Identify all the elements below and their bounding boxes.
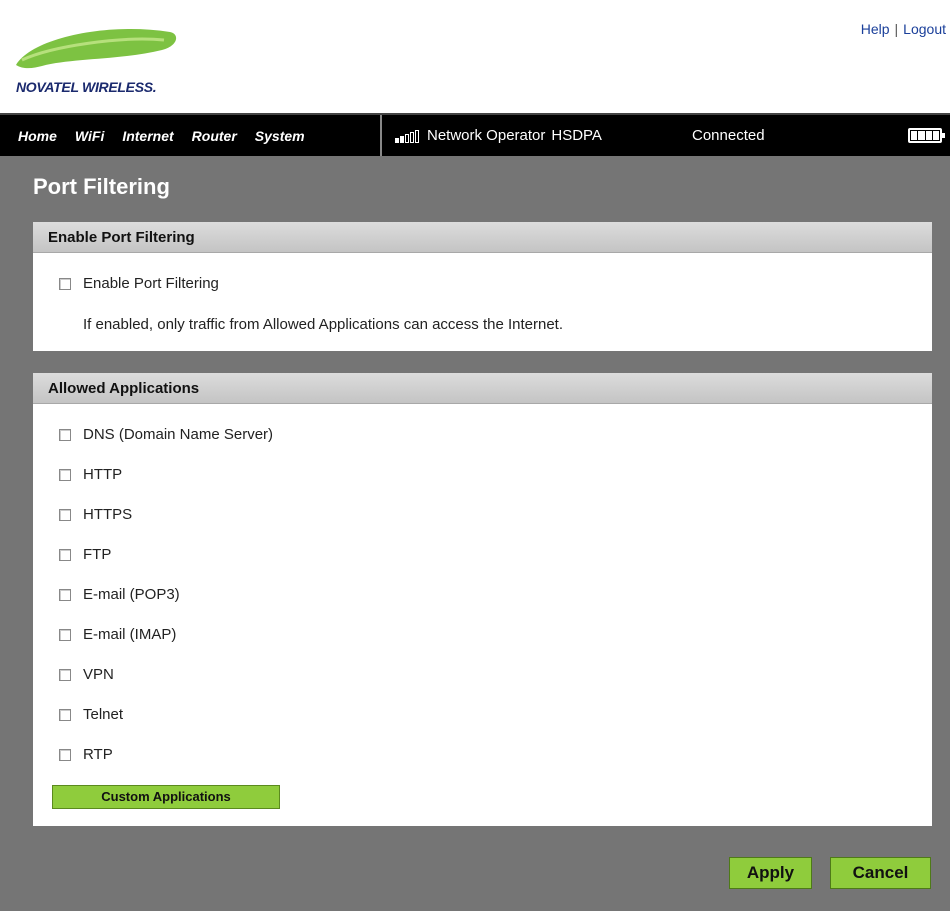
battery-icon: [908, 128, 945, 143]
apply-button[interactable]: Apply: [729, 857, 812, 889]
navbar: Home WiFi Internet Router System Network…: [0, 113, 950, 156]
app-row-vpn[interactable]: VPN: [59, 666, 114, 683]
cancel-button[interactable]: Cancel: [830, 857, 931, 889]
enable-port-filtering-checkbox[interactable]: [59, 277, 71, 290]
https-checkbox[interactable]: [59, 508, 71, 521]
vpn-checkbox[interactable]: [59, 668, 71, 681]
app-row-ftp[interactable]: FTP: [59, 546, 111, 563]
connection-status: Connected: [692, 127, 765, 144]
network-operator: Network Operator: [427, 127, 546, 144]
app-label: E-mail (POP3): [83, 586, 180, 603]
app-label: HTTPS: [83, 506, 133, 523]
rtp-checkbox[interactable]: [59, 748, 71, 761]
panel-heading: Allowed Applications: [33, 373, 932, 404]
nav-divider: [380, 115, 382, 156]
network-type: HSDPA: [551, 127, 602, 144]
help-link[interactable]: Help: [861, 21, 890, 37]
app-row-telnet[interactable]: Telnet: [59, 706, 123, 723]
logo-swoosh-icon: [16, 28, 177, 69]
app-label: Telnet: [83, 706, 124, 723]
nav-system[interactable]: System: [255, 128, 305, 144]
pop3-checkbox[interactable]: [59, 588, 71, 601]
app-row-rtp[interactable]: RTP: [59, 746, 113, 763]
enable-port-filtering-panel: Enable Port Filtering Enable Port Filter…: [33, 222, 932, 351]
telnet-checkbox[interactable]: [59, 708, 71, 721]
signal-bar: [405, 133, 409, 143]
panel-heading: Enable Port Filtering: [33, 222, 932, 253]
signal-bar: [410, 131, 414, 143]
header: NOVATEL WIRELESS. Help | Logout: [0, 0, 950, 113]
nav-home[interactable]: Home: [18, 128, 57, 144]
signal-bars-icon: [395, 129, 419, 143]
dns-checkbox[interactable]: [59, 428, 71, 441]
signal-bar: [415, 129, 419, 143]
app-label: RTP: [83, 746, 113, 763]
enable-port-filtering-row[interactable]: Enable Port Filtering: [59, 275, 219, 292]
logo-text: NOVATEL WIRELESS.: [16, 79, 157, 95]
app-row-dns[interactable]: DNS (Domain Name Server): [59, 426, 273, 443]
nav-menu: Home WiFi Internet Router System: [0, 115, 380, 156]
app-row-imap[interactable]: E-mail (IMAP): [59, 626, 176, 643]
custom-applications-button[interactable]: Custom Applications: [52, 785, 280, 809]
enable-description: If enabled, only traffic from Allowed Ap…: [83, 316, 563, 333]
logout-link[interactable]: Logout: [903, 21, 946, 37]
app-label: E-mail (IMAP): [83, 626, 177, 643]
status-bar: Network Operator HSDPA: [395, 115, 602, 156]
imap-checkbox[interactable]: [59, 628, 71, 641]
nav-internet[interactable]: Internet: [122, 128, 173, 144]
app-label: DNS (Domain Name Server): [83, 426, 274, 443]
ftp-checkbox[interactable]: [59, 548, 71, 561]
app-label: HTTP: [83, 466, 123, 483]
novatel-logo[interactable]: NOVATEL WIRELESS.: [12, 20, 212, 100]
app-row-pop3[interactable]: E-mail (POP3): [59, 586, 180, 603]
app-label: FTP: [83, 546, 112, 563]
http-checkbox[interactable]: [59, 468, 71, 481]
nav-wifi[interactable]: WiFi: [75, 128, 104, 144]
link-separator: |: [894, 21, 899, 37]
page-title: Port Filtering: [33, 174, 170, 199]
signal-bar: [395, 137, 399, 143]
signal-bar: [400, 135, 404, 143]
allowed-applications-panel: Allowed Applications DNS (Domain Name Se…: [33, 373, 932, 826]
checkbox-label: Enable Port Filtering: [83, 275, 219, 292]
main-content: Port Filtering Enable Port Filtering Ena…: [0, 156, 950, 911]
nav-router[interactable]: Router: [192, 128, 237, 144]
app-label: VPN: [83, 666, 114, 683]
app-row-https[interactable]: HTTPS: [59, 506, 132, 523]
app-row-http[interactable]: HTTP: [59, 466, 122, 483]
header-links: Help | Logout: [861, 21, 946, 37]
